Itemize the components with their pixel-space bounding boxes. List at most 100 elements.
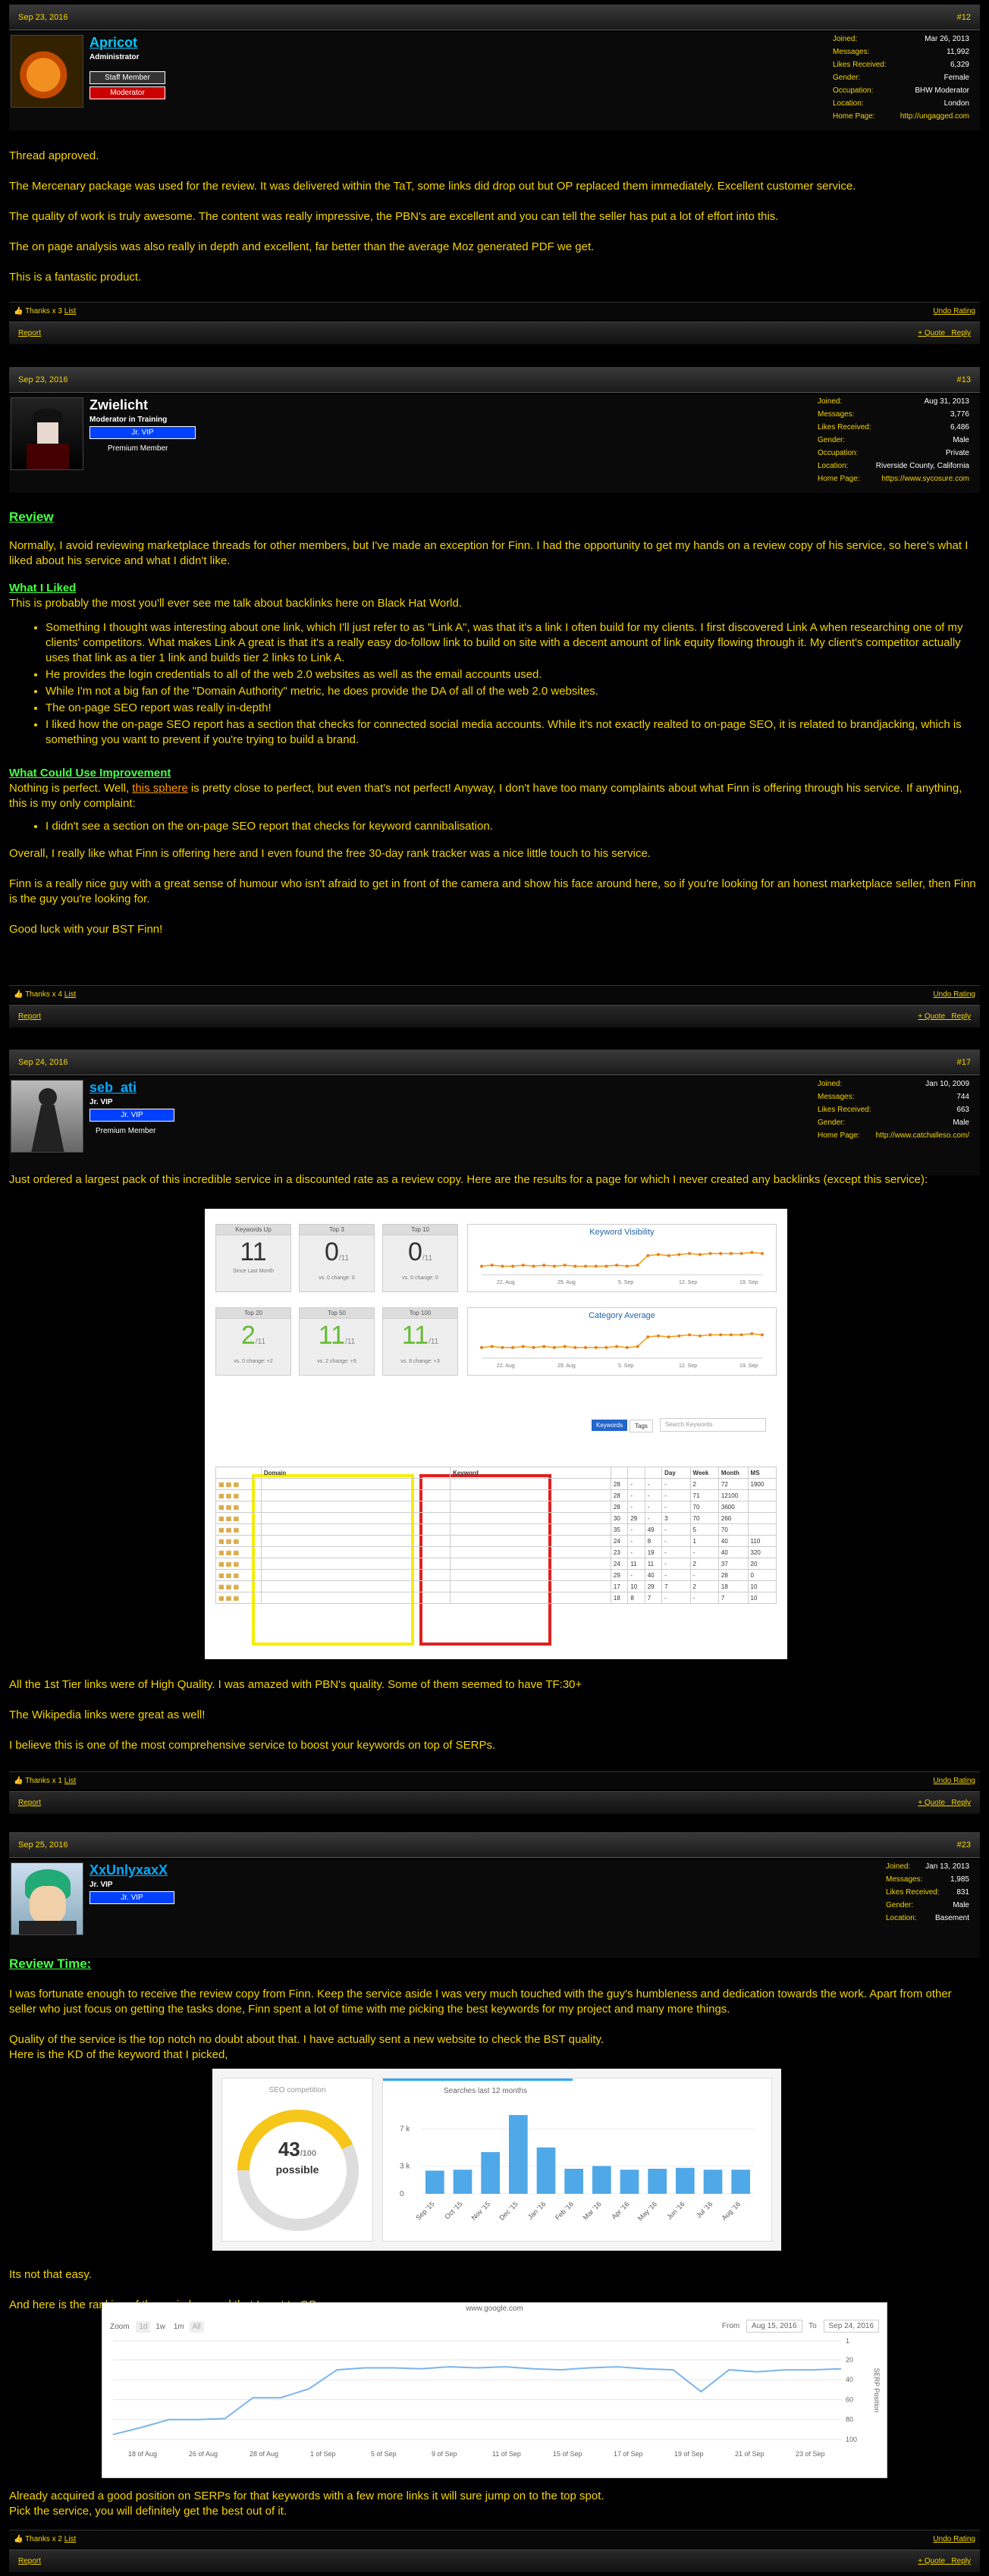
reply-link[interactable]: Reply [951,1799,971,1807]
home-page-link[interactable]: http://ungagged.com [900,112,969,125]
data-point [532,1346,535,1349]
zoom-1w-button[interactable]: 1w [152,2321,168,2333]
quote-link[interactable]: + Quote [918,2557,945,2565]
x-tick-label: Apr '16 [610,2200,630,2220]
bar [425,2170,444,2194]
post-number[interactable]: #12 [957,13,971,22]
table-row[interactable]: ▦ ▦ ▦ 30 29-3 70 260 [215,1512,777,1524]
table-row[interactable]: ▦ ▦ ▦ 28- - -71 12100 [215,1489,777,1501]
column-header[interactable] [215,1467,262,1479]
search-keywords-input[interactable]: Search Keywords [660,1418,766,1432]
column-header[interactable]: MS [747,1467,777,1479]
table-cell: 70 [717,1523,749,1536]
table-row[interactable]: ▦ ▦ ▦ 17 10 29 7 2 18 10 [215,1580,777,1592]
column-header[interactable] [610,1467,629,1479]
column-header[interactable] [644,1467,663,1479]
table-row[interactable]: ▦ ▦ ▦ 24 11 11-2 37 20 [215,1558,777,1570]
from-date-input[interactable]: Aug 15, 2016 [746,2320,802,2333]
reply-link[interactable]: Reply [951,1012,971,1021]
username[interactable]: Apricot [89,35,137,51]
list-link[interactable]: List [64,1777,77,1785]
table-cell: ▦ ▦ ▦ [215,1592,262,1604]
x-tick-label: Nov '15 [470,2200,491,2221]
home-page-link[interactable]: http://www.catchalleso.com/ [876,1131,969,1144]
column-header[interactable]: Month [717,1467,749,1479]
thumbs-up-icon: 👍 [14,1777,24,1785]
tab-tags[interactable]: Tags [630,1420,653,1432]
bar [676,2167,695,2194]
list-link[interactable]: List [64,990,77,999]
data-point [604,1264,608,1268]
data-point [677,1334,681,1338]
data-point [688,1333,692,1337]
report-link[interactable]: Report [18,1799,41,1807]
column-header[interactable]: Day [661,1467,691,1479]
table-cell: 18 [610,1592,629,1604]
reply-link[interactable]: Reply [951,2557,971,2565]
quote-link[interactable]: + Quote [918,1799,945,1807]
report-link[interactable]: Report [18,329,41,337]
table-cell: - [661,1501,691,1513]
column-header[interactable] [627,1467,645,1479]
table-cell [450,1580,611,1592]
table-cell [747,1489,777,1501]
column-header[interactable]: Domain [260,1467,451,1479]
post-23: Sep 25, 2016 #23 XxUnlyxaxX Jr. VIP Jr. … [0,1832,989,2576]
table-row[interactable]: ▦ ▦ ▦ 29-40- -28 0 [215,1569,777,1581]
table-cell: ▦ ▦ ▦ [215,1535,262,1547]
table-row[interactable]: ▦ ▦ ▦ 23-19- -40 320 [215,1546,777,1558]
username[interactable]: XxUnlyxaxX [89,1862,168,1878]
undo-rating-link[interactable]: Undo Rating [933,990,975,999]
list-link[interactable]: List [64,307,77,315]
report-link[interactable]: Report [18,2557,41,2565]
zoom-all-button[interactable]: All [189,2321,204,2333]
table-cell: ▦ ▦ ▦ [215,1489,262,1501]
data-point [698,1334,702,1338]
username[interactable]: Zwielicht [89,397,148,413]
user-info: seb_ati Jr. VIP Jr. VIP Premium Member J… [9,1077,980,1175]
to-date-input[interactable]: Sep 24, 2016 [823,2320,879,2333]
x-tick-label: 11 of Sep [492,2450,521,2458]
thumbs-up-icon: 👍 [14,2535,24,2543]
column-header[interactable]: Keyword [450,1467,611,1479]
table-row[interactable]: ▦ ▦ ▦ 35-49-5 70 [215,1523,777,1536]
username[interactable]: seb_ati [89,1080,137,1096]
reply-link[interactable]: Reply [951,329,971,337]
avatar[interactable] [11,35,83,108]
zoom-1d-button[interactable]: 1d [136,2321,151,2333]
data-point [739,1333,743,1337]
table-cell [260,1523,451,1536]
undo-rating-link[interactable]: Undo Rating [933,1777,975,1785]
report-link[interactable]: Report [18,1012,41,1021]
tab-keywords[interactable]: Keywords [592,1420,628,1431]
x-tick-label: 21 of Sep [735,2450,765,2458]
post-header: Sep 23, 2016 #13 [9,367,980,393]
list-link[interactable]: List [64,2535,77,2543]
user-stats: Joined: Jan 10, 2009 Messages: 744 Likes R… [818,1080,969,1144]
quote-link[interactable]: + Quote [918,329,945,337]
data-point [521,1344,525,1348]
avatar[interactable] [11,397,83,470]
avatar[interactable] [11,1080,83,1153]
data-point [739,1252,743,1255]
post-header: Sep 24, 2016 #17 [9,1050,980,1075]
quote-link[interactable]: + Quote [918,1012,945,1021]
avatar[interactable] [11,1862,83,1935]
table-row[interactable]: ▦ ▦ ▦ 28- - -70 3600 [215,1501,777,1513]
x-tick-label: 5. Sep [618,1363,633,1369]
x-tick-label: 29. Aug [557,1280,576,1285]
table-row[interactable]: ▦ ▦ ▦ 18 8 7- -7 10 [215,1592,777,1604]
undo-rating-link[interactable]: Undo Rating [933,2535,975,2543]
x-tick-label: Aug '16 [721,2200,742,2221]
x-tick-label: Jan '16 [526,2200,547,2220]
home-page-link[interactable]: https://www.sycosure.com [881,475,969,488]
table-row[interactable]: ▦ ▦ ▦ 24-8-1 40 110 [215,1535,777,1547]
undo-rating-link[interactable]: Undo Rating [933,307,975,315]
column-header[interactable]: Week [689,1467,719,1479]
table-row[interactable]: ▦ ▦ ▦ 28- - -2 72 1900 [215,1478,777,1490]
data-point [584,1264,588,1268]
data-point [501,1346,504,1349]
table-cell: 2 [689,1558,719,1570]
this-sphere-link[interactable]: this sphere [132,782,187,795]
zoom-1m-button[interactable]: 1m [171,2321,187,2333]
